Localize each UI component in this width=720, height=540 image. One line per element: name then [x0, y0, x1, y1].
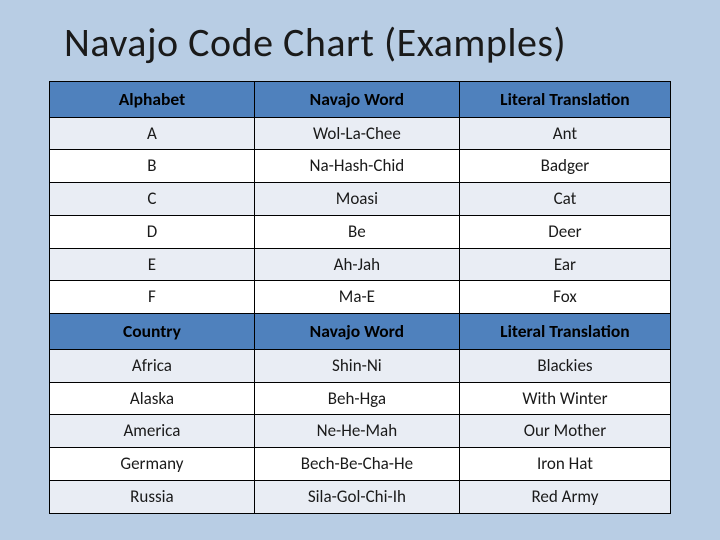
cell: Our Mother: [459, 415, 670, 448]
cell: Na-Hash-Chid: [254, 150, 459, 183]
table-row: A Wol-La-Chee Ant: [49, 117, 670, 150]
cell: With Winter: [459, 382, 670, 415]
table-row: America Ne-He-Mah Our Mother: [49, 415, 670, 448]
cell: Sila-Gol-Chi-Ih: [254, 480, 459, 513]
table-row: D Be Deer: [49, 215, 670, 248]
cell: Red Army: [459, 480, 670, 513]
header-country: Country: [49, 314, 254, 350]
header-alphabet: Alphabet: [49, 82, 254, 118]
table-row: E Ah-Jah Ear: [49, 248, 670, 281]
table-header-row: Country Navajo Word Literal Translation: [49, 314, 670, 350]
header-literal-translation: Literal Translation: [459, 314, 670, 350]
cell: Ant: [459, 117, 670, 150]
header-navajo-word: Navajo Word: [254, 82, 459, 118]
cell: C: [49, 183, 254, 216]
cell: D: [49, 215, 254, 248]
table-row: F Ma-E Fox: [49, 281, 670, 314]
cell: Be: [254, 215, 459, 248]
table-header-row: Alphabet Navajo Word Literal Translation: [49, 82, 670, 118]
cell: Moasi: [254, 183, 459, 216]
cell: Shin-Ni: [254, 349, 459, 382]
cell: Beh-Hga: [254, 382, 459, 415]
cell: Fox: [459, 281, 670, 314]
table-row: C Moasi Cat: [49, 183, 670, 216]
cell: Ah-Jah: [254, 248, 459, 281]
cell: Ear: [459, 248, 670, 281]
cell: F: [49, 281, 254, 314]
cell: Badger: [459, 150, 670, 183]
cell: Blackies: [459, 349, 670, 382]
table-row: Russia Sila-Gol-Chi-Ih Red Army: [49, 480, 670, 513]
header-navajo-word: Navajo Word: [254, 314, 459, 350]
cell: Deer: [459, 215, 670, 248]
table-row: Alaska Beh-Hga With Winter: [49, 382, 670, 415]
cell: Cat: [459, 183, 670, 216]
cell: Alaska: [49, 382, 254, 415]
cell: America: [49, 415, 254, 448]
cell: A: [49, 117, 254, 150]
cell: Ne-He-Mah: [254, 415, 459, 448]
cell: Bech-Be-Cha-He: [254, 448, 459, 481]
cell: B: [49, 150, 254, 183]
header-literal-translation: Literal Translation: [459, 82, 670, 118]
slide: Navajo Code Chart (Examples) Alphabet Na…: [0, 0, 720, 540]
table-row: Africa Shin-Ni Blackies: [49, 349, 670, 382]
cell: E: [49, 248, 254, 281]
cell: Ma-E: [254, 281, 459, 314]
code-table: Alphabet Navajo Word Literal Translation…: [49, 81, 671, 514]
cell: Germany: [49, 448, 254, 481]
table-row: Germany Bech-Be-Cha-He Iron Hat: [49, 448, 670, 481]
table-row: B Na-Hash-Chid Badger: [49, 150, 670, 183]
page-title: Navajo Code Chart (Examples): [64, 18, 684, 67]
cell: Iron Hat: [459, 448, 670, 481]
cell: Russia: [49, 480, 254, 513]
cell: Wol-La-Chee: [254, 117, 459, 150]
cell: Africa: [49, 349, 254, 382]
